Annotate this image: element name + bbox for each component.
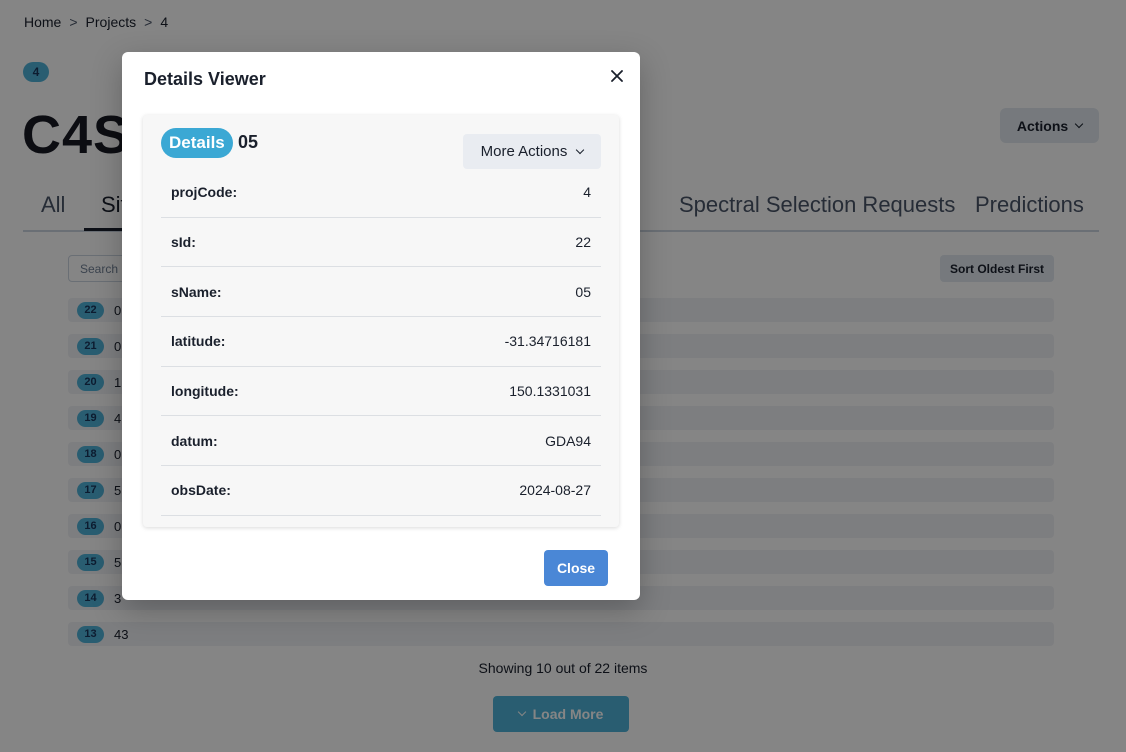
field-value: 22 (575, 234, 591, 251)
field-key: longitude: (171, 383, 239, 400)
field-value: GDA94 (545, 432, 591, 449)
more-actions-label: More Actions (480, 143, 568, 160)
field-row: projCode: 4 (161, 168, 601, 218)
details-card: Details 05 More Actions projCode: 4 sId: 2… (143, 115, 619, 527)
site-name: 05 (238, 132, 259, 152)
field-row: longitude: 150.1331031 (161, 367, 601, 417)
field-row: sName: 05 (161, 267, 601, 318)
details-viewer-modal: Details Viewer Details 05 More Actions p… (122, 52, 640, 600)
field-value: 150.1331031 (509, 383, 591, 400)
close-button[interactable]: Close (544, 550, 608, 586)
field-key: sId: (171, 234, 196, 251)
field-key: datum: (171, 432, 218, 449)
details-badge: Details (161, 128, 233, 158)
field-value: 2024-08-27 (519, 482, 591, 499)
field-value: 05 (575, 283, 591, 300)
field-row: obsDate: 2024-08-27 (161, 466, 601, 516)
field-key: projCode: (171, 184, 238, 201)
chevron-down-icon (576, 145, 585, 154)
field-key: obsDate: (171, 482, 231, 499)
more-actions-button[interactable]: More Actions (463, 134, 601, 169)
field-value: 4 (583, 184, 591, 201)
field-row: datum: GDA94 (161, 416, 601, 467)
field-key: sName: (171, 283, 222, 300)
details-field-list: projCode: 4 sId: 22 sName: 05 latitude: -31.… (161, 168, 601, 516)
close-icon[interactable] (606, 65, 628, 87)
modal-title: Details Viewer (144, 69, 266, 89)
field-row: sId: 22 (161, 218, 601, 268)
field-value: -31.34716181 (504, 333, 591, 350)
field-key: latitude: (171, 333, 226, 350)
field-row: latitude: -31.34716181 (161, 317, 601, 367)
